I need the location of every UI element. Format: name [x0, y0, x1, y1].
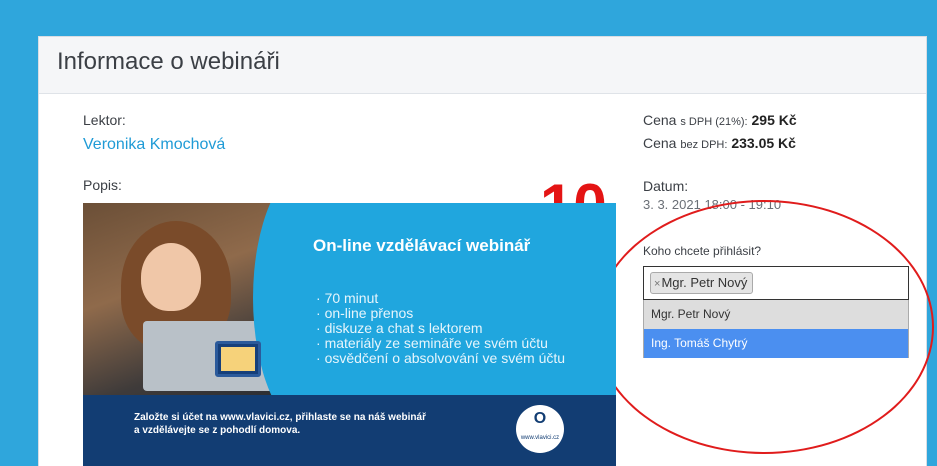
- banner-title: On-line vzdělávací webinář: [313, 236, 531, 255]
- logo-letter: O: [533, 410, 547, 427]
- banner-footer: Založte si účet na www.vlavici.cz, přihl…: [83, 395, 616, 466]
- banner-bullet: osvědčení o absolvování ve svém účtu: [316, 351, 565, 366]
- price-vat-note: bez DPH:: [680, 139, 728, 151]
- banner-bullet: on-line přenos: [316, 306, 565, 321]
- banner-bullet: materiály ze semináře ve svém účtu: [316, 336, 565, 351]
- date-label: Datum:: [643, 178, 689, 194]
- lector-label: Lektor:: [83, 112, 126, 128]
- card-title: Informace o webináři: [57, 48, 280, 75]
- banner-bullet: 70 minut: [316, 291, 565, 306]
- description-label: Popis:: [83, 177, 122, 193]
- webinar-banner-image: On-line vzdělávací webinář 70 minut on-l…: [83, 203, 616, 466]
- price-prefix: Cena: [643, 112, 677, 128]
- price-with-vat: Cena s DPH (21%): 295 Kč: [643, 112, 797, 128]
- lector-name-link[interactable]: Veronika Kmochová: [83, 136, 225, 154]
- vlavici-logo: O www.vlavici.cz: [516, 405, 564, 453]
- banner-footer-line: a vzdělávejte se z pohodlí domova.: [134, 425, 301, 436]
- price-without-vat-value: 233.05 Kč: [731, 135, 796, 151]
- banner-photo-face: [141, 243, 201, 311]
- tablet-screen: [221, 347, 255, 371]
- price-vat-note: s DPH (21%):: [680, 116, 748, 128]
- price-without-vat: Cena bez DPH: 233.05 Kč: [643, 135, 796, 151]
- banner-bullets: 70 minut on-line přenos diskuze a chat s…: [316, 291, 565, 366]
- logo-text: www.vlavici.cz: [520, 435, 560, 441]
- price-with-vat-value: 295 Kč: [751, 112, 797, 128]
- tablet-icon: [215, 341, 261, 377]
- price-prefix: Cena: [643, 135, 677, 151]
- banner-footer-line: Založte si účet na www.vlavici.cz, přihl…: [134, 412, 426, 423]
- banner-bullet: diskuze a chat s lektorem: [316, 321, 565, 336]
- banner-footer-text: Založte si účet na www.vlavici.cz, přihl…: [134, 411, 534, 437]
- card-header: Informace o webináři: [39, 37, 926, 94]
- annotation-ellipse: [594, 200, 934, 454]
